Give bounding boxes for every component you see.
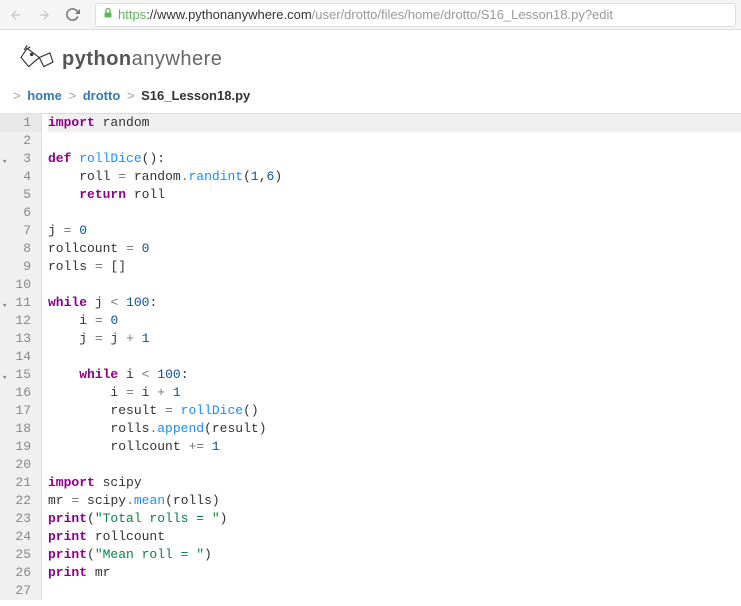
breadcrumb-sep: > [127,88,135,103]
code-line[interactable]: mr = scipy.mean(rolls) [48,492,741,510]
line-number[interactable]: 26 [0,564,41,582]
line-number[interactable]: 25 [0,546,41,564]
code-line[interactable]: i = 0 [48,312,741,330]
line-number[interactable]: 1 [0,114,41,132]
line-gutter: 12▾345678910▾11121314▾151617181920212223… [0,114,42,600]
line-number[interactable]: 7 [0,222,41,240]
line-number[interactable]: 24 [0,528,41,546]
code-line[interactable]: print mr [48,564,741,582]
site-logo[interactable]: pythonanywhere [0,30,741,84]
line-number[interactable]: 5 [0,186,41,204]
code-line[interactable] [48,132,741,150]
line-number[interactable]: 14 [0,348,41,366]
browser-toolbar: https://www.pythonanywhere.com/user/drot… [0,0,741,30]
line-number[interactable]: ▾3 [0,150,41,168]
code-line[interactable]: def rollDice(): [48,150,741,168]
code-line[interactable] [48,204,741,222]
code-line[interactable]: print("Mean roll = ") [48,546,741,564]
line-number[interactable]: 21 [0,474,41,492]
code-line[interactable]: rollcount = 0 [48,240,741,258]
url-text: https://www.pythonanywhere.com/user/drot… [118,7,729,22]
line-number[interactable]: 12 [0,312,41,330]
code-line[interactable]: print("Total rolls = ") [48,510,741,528]
line-number[interactable]: 17 [0,402,41,420]
logo-text: pythonanywhere [62,48,222,71]
line-number[interactable]: ▾15 [0,366,41,384]
code-line[interactable]: rolls = [] [48,258,741,276]
line-number[interactable]: 6 [0,204,41,222]
line-number[interactable]: 8 [0,240,41,258]
line-number[interactable]: 23 [0,510,41,528]
back-button[interactable] [5,4,27,26]
breadcrumb-current: S16_Lesson18.py [141,88,250,103]
code-line[interactable]: j = 0 [48,222,741,240]
line-number[interactable]: 9 [0,258,41,276]
line-number[interactable]: 13 [0,330,41,348]
code-line[interactable] [48,582,741,600]
code-line[interactable] [48,348,741,366]
code-line[interactable]: import scipy [48,474,741,492]
line-number[interactable]: 18 [0,420,41,438]
code-editor[interactable]: 12▾345678910▾11121314▾151617181920212223… [0,113,741,600]
breadcrumb: > home > drotto > S16_Lesson18.py [0,84,741,113]
code-line[interactable]: j = j + 1 [48,330,741,348]
code-line[interactable]: i = i + 1 [48,384,741,402]
line-number[interactable]: 16 [0,384,41,402]
code-line[interactable]: import random [48,114,741,132]
line-number[interactable]: 27 [0,582,41,600]
code-line[interactable]: while j < 100: [48,294,741,312]
snake-logo-icon [18,42,56,76]
lock-icon [102,7,114,22]
breadcrumb-sep: > [69,88,77,103]
line-number[interactable]: ▾11 [0,294,41,312]
address-bar[interactable]: https://www.pythonanywhere.com/user/drot… [95,3,736,27]
code-line[interactable]: while i < 100: [48,366,741,384]
line-number[interactable]: 20 [0,456,41,474]
line-number[interactable]: 22 [0,492,41,510]
forward-button[interactable] [33,4,55,26]
code-line[interactable] [48,456,741,474]
code-line[interactable]: return roll [48,186,741,204]
line-number[interactable]: 10 [0,276,41,294]
code-line[interactable]: result = rollDice() [48,402,741,420]
breadcrumb-sep: > [13,88,21,103]
code-area[interactable]: import random def rollDice(): roll = rand… [42,114,741,600]
breadcrumb-home[interactable]: home [27,88,62,103]
line-number[interactable]: 2 [0,132,41,150]
code-line[interactable]: roll = random.randint(1,6) [48,168,741,186]
code-line[interactable]: rollcount += 1 [48,438,741,456]
reload-button[interactable] [61,4,83,26]
line-number[interactable]: 19 [0,438,41,456]
line-number[interactable]: 4 [0,168,41,186]
code-line[interactable]: rolls.append(result) [48,420,741,438]
code-line[interactable] [48,276,741,294]
code-line[interactable]: print rollcount [48,528,741,546]
breadcrumb-user[interactable]: drotto [83,88,121,103]
